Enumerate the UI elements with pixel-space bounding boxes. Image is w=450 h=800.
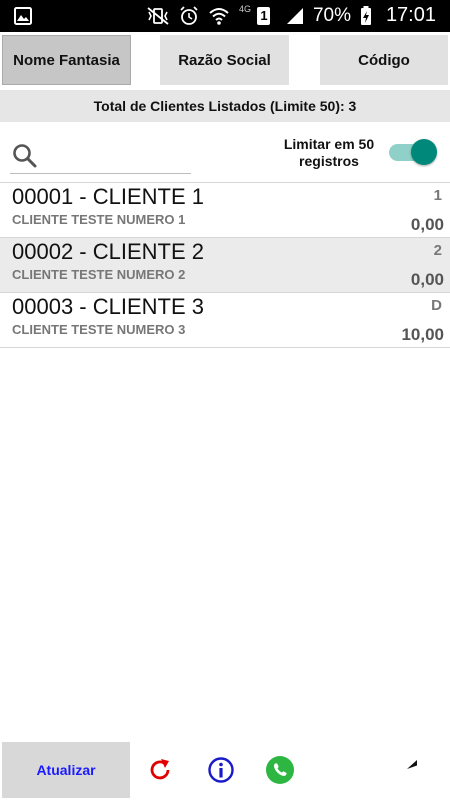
tab-nome-fantasia[interactable]: Nome Fantasia — [2, 35, 131, 85]
limit-toggle-label: Limitar em 50 registros — [283, 136, 375, 169]
toggle-thumb — [411, 139, 437, 165]
clock: 17:01 — [385, 4, 436, 26]
list-item[interactable]: 00002 - CLIENTE 2 CLIENTE TESTE NUMERO 2… — [0, 238, 450, 293]
gallery-notification-icon — [14, 7, 32, 25]
client-code: D — [431, 297, 442, 314]
client-list: 00001 - CLIENTE 1 CLIENTE TESTE NUMERO 1… — [0, 182, 450, 348]
client-value: 0,00 — [410, 270, 444, 289]
limit-toggle-switch[interactable] — [387, 138, 439, 166]
search-input[interactable] — [10, 138, 191, 174]
sort-tabs: Nome Fantasia Razão Social Código — [0, 32, 450, 88]
whatsapp-button[interactable] — [265, 755, 295, 785]
refresh-button[interactable] — [145, 755, 175, 785]
bottom-action-bar: Atualizar — [0, 740, 450, 800]
sim-number: 1 — [260, 8, 268, 23]
alarm-icon — [180, 6, 198, 25]
search-icon — [13, 144, 37, 168]
client-title: 00003 - CLIENTE 3 — [12, 294, 204, 319]
client-value: 0,00 — [410, 215, 444, 234]
search-row: Limitar em 50 registros — [0, 130, 450, 180]
status-bar: 4G 1 70% 17:01 — [0, 0, 450, 32]
wifi-icon — [209, 8, 229, 25]
client-value: 10,00 — [401, 325, 444, 344]
list-item[interactable]: 00003 - CLIENTE 3 CLIENTE TESTE NUMERO 3… — [0, 293, 450, 348]
update-button[interactable]: Atualizar — [2, 742, 130, 798]
client-subtitle: CLIENTE TESTE NUMERO 2 — [12, 267, 186, 282]
battery-percent: 70% — [312, 5, 351, 26]
vibrate-mute-icon — [147, 7, 169, 25]
tab-razao-social[interactable]: Razão Social — [160, 35, 289, 85]
refresh-icon — [150, 759, 170, 780]
tab-codigo[interactable]: Código — [320, 35, 448, 85]
signal-strength-icon — [286, 8, 303, 24]
reply-back-icon — [407, 760, 417, 769]
client-subtitle: CLIENTE TESTE NUMERO 1 — [12, 212, 186, 227]
info-button[interactable] — [206, 755, 236, 785]
client-subtitle: CLIENTE TESTE NUMERO 3 — [12, 322, 186, 337]
whatsapp-icon — [266, 756, 294, 784]
client-title: 00002 - CLIENTE 2 — [12, 239, 204, 264]
client-title: 00001 - CLIENTE 1 — [12, 184, 204, 209]
back-button[interactable] — [404, 755, 434, 785]
battery-charging-icon — [361, 6, 371, 25]
client-code: 1 — [433, 187, 442, 204]
network-type-label: 4G — [238, 4, 251, 14]
list-item[interactable]: 00001 - CLIENTE 1 CLIENTE TESTE NUMERO 1… — [0, 183, 450, 238]
info-icon — [208, 757, 234, 783]
total-clients-label: Total de Clientes Listados (Limite 50): … — [0, 90, 450, 122]
client-code: 2 — [433, 242, 442, 259]
